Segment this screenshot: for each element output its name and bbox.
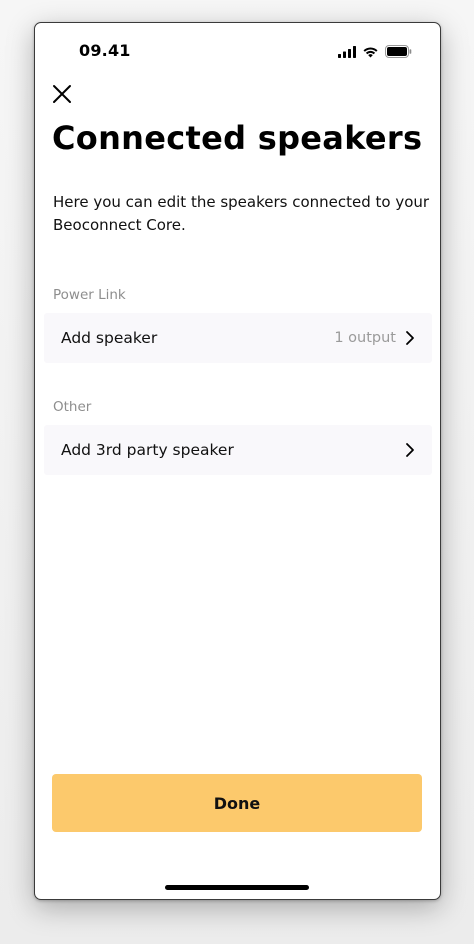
chevron-right-icon [402, 442, 418, 458]
page-title: Connected speakers [52, 119, 423, 157]
add-third-party-speaker-label: Add 3rd party speaker [61, 441, 234, 459]
add-speaker-row[interactable]: Add speaker 1 output [44, 313, 432, 363]
close-button[interactable] [49, 83, 75, 109]
status-time: 09.41 [79, 41, 131, 60]
battery-icon [385, 43, 412, 62]
phone-screen: 09.41 Connected speakers Here you can ed… [34, 22, 441, 900]
page-description: Here you can edit the speakers connected… [53, 193, 430, 234]
output-count: 1 output [334, 330, 396, 346]
done-button[interactable]: Done [52, 774, 422, 832]
screen-background: 09.41 Connected speakers Here you can ed… [0, 0, 474, 944]
close-icon [52, 84, 72, 108]
status-icons [338, 43, 412, 62]
home-indicator[interactable] [165, 885, 309, 890]
chevron-right-icon [402, 330, 418, 346]
section-label-other: Other [53, 399, 92, 415]
wifi-icon [362, 43, 379, 62]
add-third-party-speaker-row[interactable]: Add 3rd party speaker [44, 425, 432, 475]
status-bar: 09.41 [35, 23, 440, 81]
cellular-signal-icon [338, 43, 356, 62]
section-label-power-link: Power Link [53, 287, 126, 303]
add-speaker-label: Add speaker [61, 329, 158, 347]
